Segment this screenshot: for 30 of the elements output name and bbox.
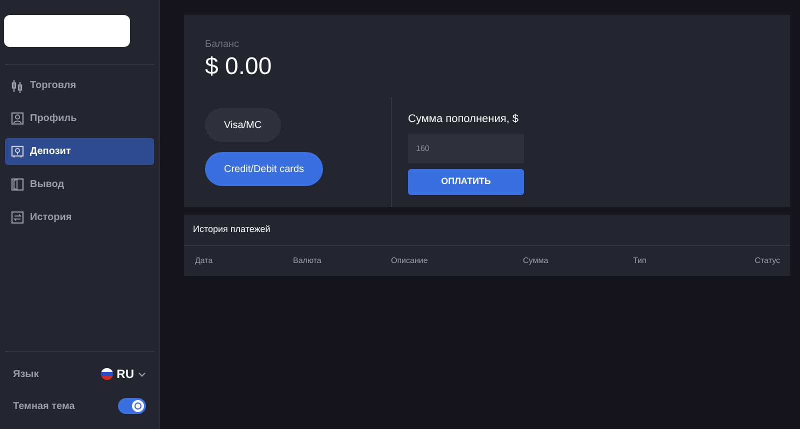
nav-item[interactable]: История bbox=[5, 204, 154, 231]
balance-amount: $ 0.00 bbox=[205, 52, 273, 82]
column-header: Тип bbox=[633, 254, 646, 266]
column-header: Статус bbox=[754, 254, 780, 266]
payment-method-button[interactable]: Credit/Debit cards bbox=[205, 152, 324, 186]
balance-label: Баланс bbox=[205, 38, 240, 52]
language-label: Язык bbox=[13, 368, 39, 382]
nav-item[interactable]: Вывод bbox=[5, 171, 154, 198]
history-title: История платежей bbox=[184, 215, 790, 246]
door-icon bbox=[11, 178, 24, 192]
chevron-down-icon bbox=[138, 372, 146, 376]
nav-item[interactable]: Депозит bbox=[5, 138, 154, 165]
dark-theme-label: Темная тема bbox=[13, 400, 75, 414]
nav-item[interactable]: Профиль bbox=[5, 105, 154, 132]
column-header: Описание bbox=[391, 254, 428, 266]
amount-field[interactable]: 160 bbox=[408, 134, 524, 162]
column-header: Валюта bbox=[293, 254, 322, 266]
amount-label: Сумма пополнения, $ bbox=[408, 112, 520, 127]
language-selector[interactable]: RU bbox=[100, 365, 146, 383]
payment-method-button[interactable]: Visa/MC bbox=[205, 108, 281, 142]
candlestick-icon bbox=[11, 78, 24, 92]
nav-item[interactable]: Торговля bbox=[5, 72, 154, 99]
dark-theme-toggle[interactable] bbox=[118, 398, 146, 414]
profile-icon bbox=[11, 112, 24, 126]
column-header: Дата bbox=[195, 254, 213, 266]
column-header: Сумма bbox=[523, 254, 548, 266]
exchange-icon bbox=[11, 210, 24, 224]
pay-button[interactable]: ОПЛАТИТЬ bbox=[408, 168, 524, 194]
safe-icon bbox=[11, 144, 24, 158]
russia-flag-icon bbox=[100, 368, 113, 380]
